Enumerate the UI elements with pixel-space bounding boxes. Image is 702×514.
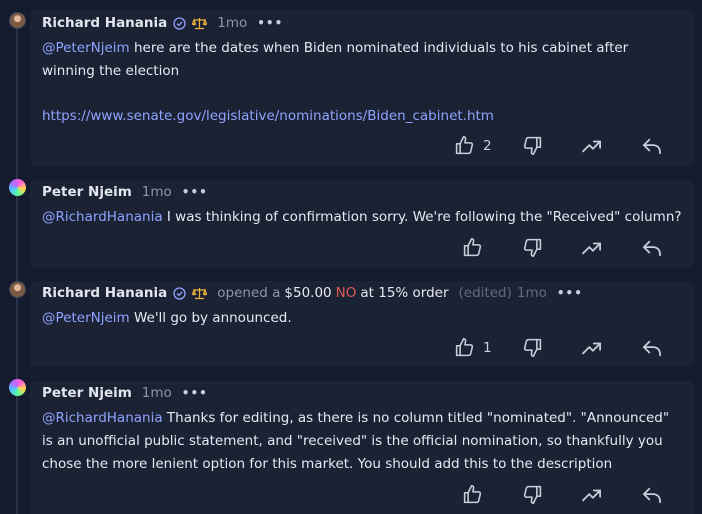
like-count: 2 [483,137,492,154]
comment-text: here are the dates when Biden nominated … [42,40,629,79]
mention-link[interactable]: @RichardHanania [42,209,163,225]
thumbs-up-icon [463,484,482,504]
thread-line [16,24,18,514]
trade-button[interactable] [581,137,603,155]
thumbs-down-icon [523,238,542,258]
scale-icon [192,287,208,300]
timestamp[interactable]: 1mo [142,385,172,401]
author-name[interactable]: Peter Njeim [42,385,132,401]
author-name[interactable]: Richard Hanania [42,15,167,31]
comment-body: @PeterNjeim We'll go by announced. [42,307,682,330]
mention-link[interactable]: @PeterNjeim [42,40,130,56]
trade-button[interactable] [581,486,603,504]
reply-icon [643,138,661,155]
reply-icon [643,487,661,504]
dislike-button[interactable] [522,237,543,258]
like-button[interactable] [462,237,483,258]
bet-outcome: NO [335,285,357,301]
verified-check-icon [173,16,186,30]
trending-up-icon [582,140,601,153]
avatar[interactable] [9,12,26,29]
more-menu-icon[interactable]: ••• [257,16,283,30]
like-button[interactable]: 2 [454,135,492,156]
timestamp[interactable]: 1mo [142,184,172,200]
trending-up-icon [582,489,601,502]
dislike-button[interactable] [522,337,543,358]
comment-body: @RichardHanania I was thinking of confir… [42,206,682,229]
trade-button[interactable] [581,239,603,257]
author-name[interactable]: Richard Hanania [42,285,167,301]
trending-up-icon [582,242,601,255]
reply-button[interactable] [642,137,662,155]
verified-check-icon [173,286,186,300]
mention-link[interactable]: @RichardHanania [42,410,163,426]
reply-icon [643,240,661,257]
comment-header: Richard Hanania opened a $50.00 NO at 15… [42,283,583,303]
thumbs-down-icon [523,485,542,505]
action-prefix: opened a [217,285,281,301]
reply-button[interactable] [642,486,662,504]
reply-button[interactable] [642,239,662,257]
thumbs-up-icon [463,237,482,257]
avatar[interactable] [9,281,26,298]
thumbs-down-icon [523,136,542,156]
like-count: 1 [483,339,492,356]
avatar[interactable] [9,179,26,196]
external-link[interactable]: https://www.senate.gov/legislative/nomin… [42,108,494,124]
action-suffix: at 15% order [360,285,449,301]
edited-label: (edited) [458,285,512,301]
dislike-button[interactable] [522,484,543,505]
more-menu-icon[interactable]: ••• [557,286,583,300]
thumbs-down-icon [523,338,542,358]
author-name[interactable]: Peter Njeim [42,184,132,200]
comment-header: Richard Hanania 1mo ••• [42,13,283,33]
dislike-button[interactable] [522,135,543,156]
timestamp[interactable]: 1mo [517,285,547,301]
reply-icon [643,340,661,357]
comment-text: We'll go by announced. [129,310,292,326]
scale-icon [192,17,208,30]
bet-amount: $50.00 [284,285,332,301]
like-button[interactable] [462,484,483,505]
comment-header: Peter Njeim 1mo ••• [42,383,208,403]
like-button[interactable]: 1 [454,337,492,358]
avatar[interactable] [9,379,26,396]
reply-button[interactable] [642,339,662,357]
timestamp[interactable]: 1mo [217,15,247,31]
thumbs-up-icon [455,135,474,155]
more-menu-icon[interactable]: ••• [182,386,208,400]
comment-body: @RichardHanania Thanks for editing, as t… [42,407,682,476]
comment-text: I was thinking of confirmation sorry. We… [162,209,682,225]
comment-body: @PeterNjeim here are the dates when Bide… [42,37,682,128]
comment-header: Peter Njeim 1mo ••• [42,182,208,202]
trending-up-icon [582,342,601,355]
trade-button[interactable] [581,339,603,357]
thumbs-up-icon [455,337,474,357]
mention-link[interactable]: @PeterNjeim [42,310,130,326]
more-menu-icon[interactable]: ••• [182,185,208,199]
